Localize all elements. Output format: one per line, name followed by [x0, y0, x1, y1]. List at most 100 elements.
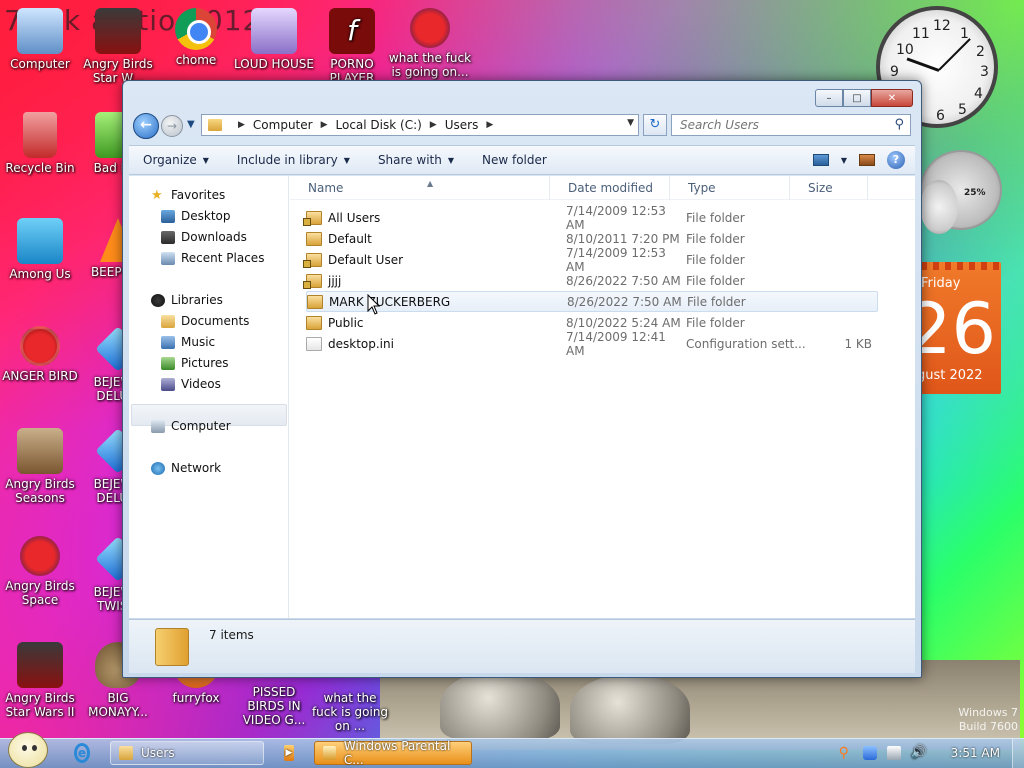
nav-item-music[interactable]: Music [161, 335, 215, 349]
start-orb-eye-icon [32, 745, 37, 751]
folder-icon [307, 294, 323, 309]
nav-computer[interactable]: Computer [151, 419, 231, 433]
window-titlebar[interactable]: – □ ✕ [123, 81, 921, 113]
explorer-window[interactable]: – □ ✕ ← → ▼ ▶ Computer ▶ Local Disk (C:)… [122, 80, 922, 678]
organize-label: Organize [143, 153, 197, 167]
nav-item-recent-places[interactable]: Recent Places [161, 251, 264, 265]
desktop-icon-computer[interactable]: Computer [0, 8, 80, 71]
preview-pane-icon[interactable] [859, 154, 875, 166]
desktop-icon-angry-birds-space[interactable]: Angry Birds Space [0, 536, 80, 607]
breadcrumb-separator[interactable]: ▶ [321, 120, 328, 130]
search-input[interactable] [672, 115, 882, 135]
taskbar-pin-media-player[interactable]: ▶ [276, 741, 302, 765]
breadcrumb-computer[interactable]: Computer [253, 118, 313, 132]
address-bar[interactable]: ▶ Computer ▶ Local Disk (C:) ▶ Users ▶ ▼ [201, 114, 639, 136]
clock-number: 10 [896, 42, 914, 58]
search-icon[interactable]: ⚲ [839, 746, 853, 760]
desktop-icon-among-us[interactable]: Among Us [0, 218, 80, 281]
desktop-icon-loud-house[interactable]: LOUD HOUSE [234, 8, 314, 71]
taskbar-task-parental-controls[interactable]: Windows Parental C... [314, 739, 472, 767]
file-row-all-users[interactable]: All Users 7/14/2009 12:53 AM File folder [303, 204, 878, 232]
help-icon[interactable]: ? [887, 151, 905, 169]
taskbar-pin-internet-explorer[interactable]: e [66, 741, 98, 765]
organize-button[interactable]: Organize ▼ [129, 153, 223, 167]
include-in-library-button[interactable]: Include in library ▼ [223, 153, 364, 167]
column-name[interactable]: Name ▲ [290, 176, 550, 200]
action-center-icon[interactable] [862, 746, 877, 760]
file-row-default-user[interactable]: Default User 7/14/2009 12:53 AM File fol… [303, 246, 878, 274]
maximize-button[interactable]: □ [843, 89, 871, 107]
desktop-icon-recycle-bin[interactable]: Recycle Bin [0, 112, 80, 175]
calendar-gadget[interactable]: Friday 26 gust 2022 [921, 262, 1001, 394]
desktop-icon-label: furryfox [172, 691, 220, 705]
breadcrumb-separator[interactable]: ▶ [430, 120, 437, 130]
desktop-icon-porno-player[interactable]: f PORNO PLAYER [312, 8, 392, 85]
search-box[interactable]: ⚲ [671, 114, 911, 136]
column-type[interactable]: Type [670, 176, 790, 200]
new-folder-button[interactable]: New folder [468, 153, 561, 167]
calendar-month: gust 2022 [921, 368, 983, 383]
chevron-down-icon: ▼ [202, 155, 209, 165]
desktop-icon-anger-bird[interactable]: ANGER BIRD [0, 326, 80, 383]
network-icon[interactable] [886, 746, 901, 760]
show-desktop-button[interactable] [1012, 739, 1024, 768]
nav-label: Recent Places [181, 251, 265, 265]
breadcrumb-separator[interactable]: ▶ [238, 120, 245, 130]
change-view-icon[interactable] [812, 154, 829, 166]
angry-birds-seasons-icon [17, 428, 63, 474]
column-size[interactable]: Size [790, 176, 868, 200]
breadcrumb-local-disk[interactable]: Local Disk (C:) [336, 118, 422, 132]
include-in-library-label: Include in library [236, 153, 338, 167]
file-row-jjjj[interactable]: jjjj 8/26/2022 7:50 AM File folder [303, 270, 878, 291]
folder-icon [155, 628, 189, 666]
file-row-mark-zuckerberg[interactable]: MARK ZUCKERBERG 8/26/2022 7:50 AM File f… [306, 291, 878, 312]
nav-libraries[interactable]: Libraries [151, 293, 223, 307]
nav-item-pictures[interactable]: Pictures [161, 356, 229, 370]
chevron-down-icon[interactable]: ▼ [841, 156, 847, 165]
angry-birds-starwars2-icon [17, 642, 63, 688]
chrome-icon [175, 8, 217, 50]
nav-network[interactable]: Network [151, 461, 221, 475]
file-name: Default User [328, 252, 404, 267]
desktop-icon-chome[interactable]: chome [156, 8, 236, 67]
angry-birds-starwars-icon [95, 8, 141, 54]
desktop-icon-label: Angry Birds Star Wars II [5, 691, 75, 719]
nav-item-downloads[interactable]: Downloads [161, 230, 247, 244]
desktop-icon-angry-birds-star-wars-2[interactable]: Angry Birds Star Wars II [0, 642, 80, 719]
minimize-button[interactable]: – [815, 89, 843, 107]
folder-lock-icon [303, 273, 322, 289]
close-button[interactable]: ✕ [871, 89, 913, 107]
address-dropdown-icon[interactable]: ▼ [627, 118, 634, 128]
desktop-icon-label: what the fuck is going on... [388, 51, 472, 79]
folder-icon [208, 119, 222, 131]
recent-places-icon [161, 251, 175, 265]
nav-item-documents[interactable]: Documents [161, 314, 249, 328]
desktop-icon-label: LOUD HOUSE [234, 57, 314, 71]
nav-label: Pictures [181, 356, 229, 370]
volume-icon[interactable]: 🔊 [911, 746, 927, 760]
breadcrumb-users[interactable]: Users [445, 118, 479, 132]
command-bar-right: ▼ ? [812, 151, 905, 169]
desktop-icon-angry-birds-star-wars[interactable]: Angry Birds Star W... [78, 8, 158, 85]
cpu-meter-small-dial [920, 180, 958, 234]
file-date: 8/10/2011 7:20 PM [566, 231, 680, 246]
file-row-desktop-ini[interactable]: desktop.ini 7/14/2009 12:41 AM Configura… [306, 330, 878, 358]
taskbar-clock[interactable]: 3:51 AM [951, 746, 1000, 760]
nav-item-videos[interactable]: Videos [161, 377, 221, 391]
taskbar-task-users[interactable]: Users [110, 741, 264, 765]
nav-label: Network [171, 461, 222, 475]
recent-pages-dropdown[interactable]: ▼ [187, 119, 195, 130]
column-date-modified[interactable]: Date modified [550, 176, 670, 200]
search-icon[interactable]: ⚲ [894, 117, 904, 132]
forward-button[interactable]: → [161, 115, 183, 137]
desktop-icon-angry-birds-seasons[interactable]: Angry Birds Seasons [0, 428, 80, 505]
share-with-button[interactable]: Share with ▼ [364, 153, 468, 167]
back-button[interactable]: ← [133, 113, 159, 139]
desktop-icon-what-the[interactable]: what the fuck is going on... [388, 8, 472, 79]
start-button[interactable] [8, 732, 48, 768]
nav-item-desktop[interactable]: Desktop [161, 209, 231, 223]
refresh-button[interactable]: ↻ [643, 114, 667, 136]
nav-favorites[interactable]: ★ Favorites [151, 188, 225, 202]
file-name: desktop.ini [328, 336, 394, 351]
breadcrumb-separator[interactable]: ▶ [486, 120, 493, 130]
